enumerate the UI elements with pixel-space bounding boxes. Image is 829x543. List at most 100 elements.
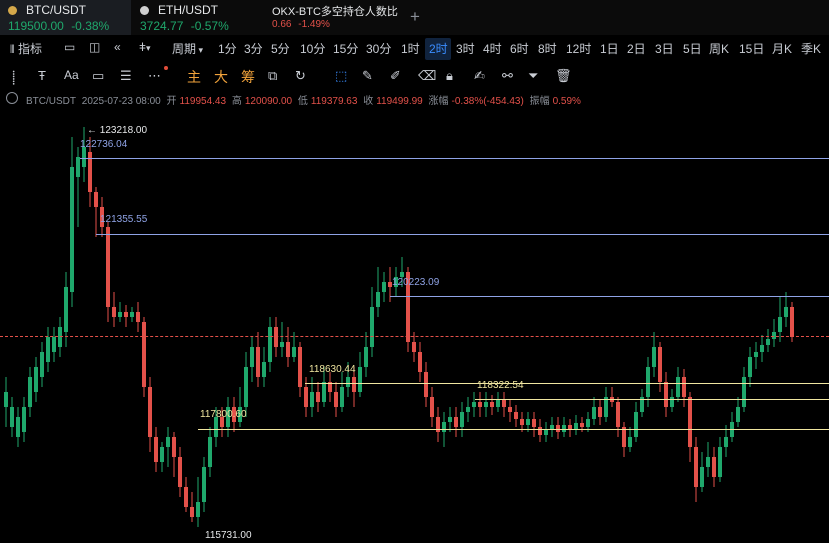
level-line[interactable] xyxy=(305,383,829,384)
main-chart-button[interactable]: 主 xyxy=(187,67,201,87)
candle-body xyxy=(586,419,590,427)
candle-body xyxy=(154,437,158,462)
interval-button-3分[interactable]: 3分 xyxy=(244,40,263,57)
chip-distribution-button[interactable]: 筹 xyxy=(241,67,255,87)
candle-body xyxy=(376,292,380,307)
info-datetime: 2025-07-23 08:00 xyxy=(81,96,161,107)
interval-button-6时[interactable]: 6时 xyxy=(510,40,529,57)
interval-button-周K[interactable]: 周K xyxy=(709,40,729,57)
interval-button-月K[interactable]: 月K xyxy=(772,40,792,57)
candle-body xyxy=(70,167,74,292)
interval-button-5日[interactable]: 5日 xyxy=(683,40,702,57)
candle-body xyxy=(484,402,488,407)
interval-button-1分[interactable]: 1分 xyxy=(218,40,237,57)
interval-button-1日[interactable]: 1日 xyxy=(600,40,619,57)
candle-body xyxy=(460,412,464,427)
low-marker-label: 115731.00 xyxy=(205,530,252,541)
lock-icon[interactable]: 🔒︎ xyxy=(446,68,453,84)
candle-body xyxy=(514,412,518,419)
interval-button-5分[interactable]: 5分 xyxy=(271,40,290,57)
chart-type-button[interactable]: ǂ▾ xyxy=(139,40,151,54)
candle-body xyxy=(214,417,218,437)
delete-icon[interactable]: 🗑︎ xyxy=(555,68,572,84)
calendar-icon[interactable]: ▭ xyxy=(64,40,75,54)
candle-body xyxy=(634,412,638,437)
candle-body xyxy=(592,407,596,419)
interval-button-2时[interactable]: 2时 xyxy=(429,40,448,57)
interval-button-季K[interactable]: 季K xyxy=(801,40,821,57)
tab-change: -1.49% xyxy=(298,19,330,30)
tab-eth-usdt[interactable]: ETH/USDT 3724.77 -0.57% xyxy=(132,0,260,35)
info-change: -0.38%(-454.43) xyxy=(451,96,524,107)
tab-okx-longshort[interactable]: OKX-BTC多空持仓人数比 0.66 -1.49% xyxy=(264,0,400,35)
candle-body xyxy=(742,377,746,407)
edit-icon[interactable]: ✍ xyxy=(474,68,485,84)
indicator-button[interactable]: ⫴ 指标 xyxy=(10,40,42,57)
font-size-icon[interactable]: Aa xyxy=(64,68,79,82)
candle-body xyxy=(754,352,758,357)
filter-icon[interactable]: ⏷ xyxy=(528,68,538,84)
candle-body xyxy=(364,347,368,367)
candle-body xyxy=(784,307,788,317)
interval-button-3日[interactable]: 3日 xyxy=(655,40,674,57)
level-line[interactable] xyxy=(390,296,829,297)
info-amplitude: 0.59% xyxy=(552,96,581,107)
candle-body xyxy=(622,427,626,447)
eth-coin-icon xyxy=(140,6,149,15)
candle-body xyxy=(148,387,152,437)
candle-body xyxy=(424,372,428,397)
info-low-label: 低 xyxy=(297,96,308,107)
tab-price: 119500.00 xyxy=(8,19,64,33)
add-tab-button[interactable]: + xyxy=(410,7,420,27)
magnet-icon[interactable]: ⚯ xyxy=(502,68,513,84)
level-label: 122736.04 xyxy=(80,139,128,150)
candlestick-chart[interactable] xyxy=(0,107,829,538)
candle-body xyxy=(490,402,494,407)
candle-body xyxy=(190,507,194,517)
candle-body xyxy=(286,342,290,357)
candle-body xyxy=(322,382,326,402)
select-tool-icon[interactable]: ⬚ xyxy=(335,68,347,84)
tab-symbol-name: BTC/USDT xyxy=(26,3,86,17)
refresh-icon[interactable]: ↻ xyxy=(295,68,306,84)
candle-body xyxy=(454,417,458,427)
brush-icon[interactable]: ✐ xyxy=(390,68,401,84)
eye-icon[interactable] xyxy=(6,92,18,104)
list-icon[interactable]: ☰ xyxy=(120,68,132,84)
interval-button-15分[interactable]: 15分 xyxy=(333,40,358,57)
vertical-line-icon[interactable]: ⸽ xyxy=(12,68,15,86)
interval-button-2日[interactable]: 2日 xyxy=(627,40,646,57)
interval-button-15日[interactable]: 15日 xyxy=(739,40,764,57)
interval-button-8时[interactable]: 8时 xyxy=(538,40,557,57)
interval-button-3时[interactable]: 3时 xyxy=(456,40,475,57)
big-order-button[interactable]: 大 xyxy=(214,67,228,87)
candle-body xyxy=(310,392,314,407)
interval-button-30分[interactable]: 30分 xyxy=(366,40,391,57)
back-arrow-icon[interactable]: « xyxy=(114,40,121,54)
level-line[interactable] xyxy=(80,158,829,159)
interval-button-10分[interactable]: 10分 xyxy=(300,40,325,57)
candle-body xyxy=(292,347,296,357)
compare-icon[interactable]: ⧉ xyxy=(268,68,277,84)
indicator-label: 指标 xyxy=(17,42,42,56)
candle-body xyxy=(40,352,44,377)
candle-body xyxy=(46,337,50,362)
candle-body xyxy=(532,419,536,427)
interval-button-4时[interactable]: 4时 xyxy=(483,40,502,57)
ruler-icon[interactable]: ▭ xyxy=(92,68,104,84)
text-tool-icon[interactable]: Ŧ xyxy=(38,68,46,83)
layout-icon[interactable]: ◫ xyxy=(89,40,100,54)
level-line[interactable] xyxy=(96,234,829,235)
eraser-icon[interactable]: ⌫ xyxy=(418,68,436,84)
level-line[interactable] xyxy=(475,399,829,400)
more-icon[interactable]: ⋯ xyxy=(148,68,161,84)
period-button[interactable]: 周期 ▾ xyxy=(172,40,203,57)
pen-icon[interactable]: ✎ xyxy=(362,68,373,84)
candle-body xyxy=(430,397,434,417)
tab-price: 0.66 xyxy=(272,19,292,30)
tab-btc-usdt[interactable]: BTC/USDT 119500.00 -0.38% xyxy=(0,0,131,35)
level-line[interactable] xyxy=(198,429,829,430)
interval-button-1时[interactable]: 1时 xyxy=(401,40,420,57)
btc-coin-icon xyxy=(8,6,17,15)
interval-button-12时[interactable]: 12时 xyxy=(566,40,591,57)
